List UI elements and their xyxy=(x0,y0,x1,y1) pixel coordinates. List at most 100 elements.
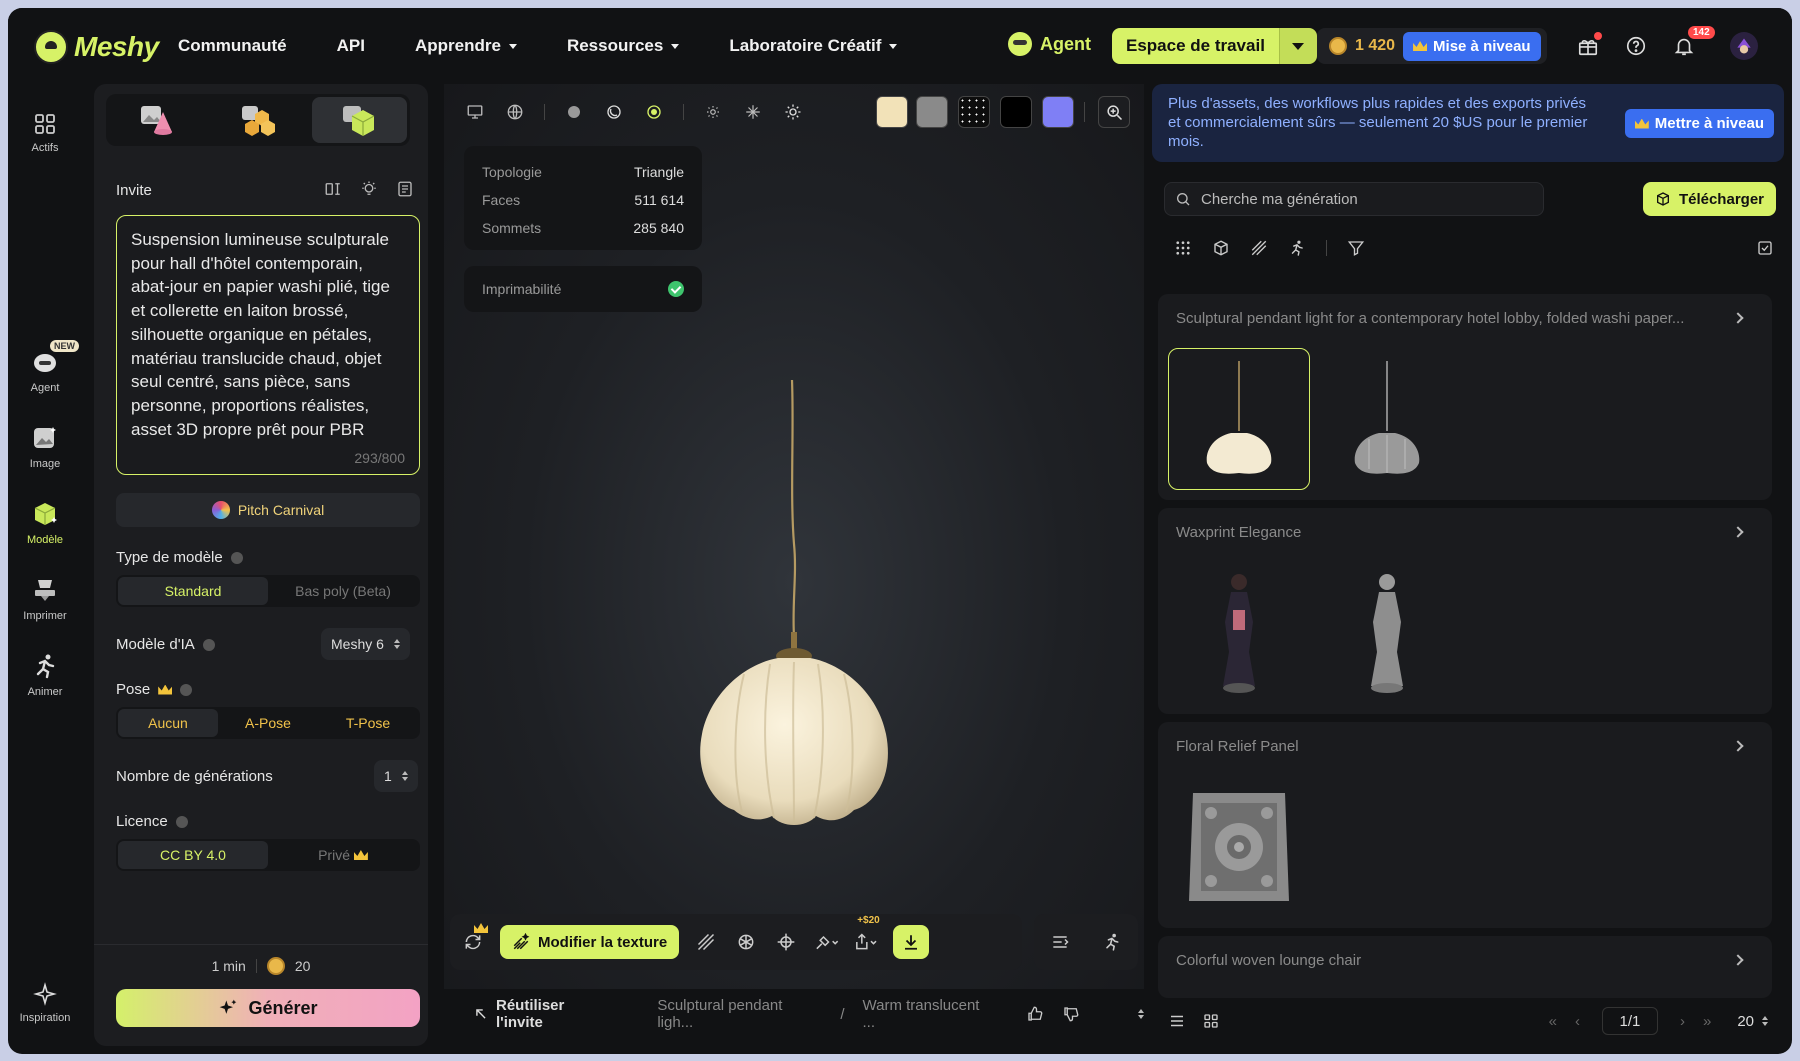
cube-filter-icon[interactable] xyxy=(1212,239,1230,257)
style-preset-button[interactable]: Pitch Carnival xyxy=(116,493,420,527)
bg-swatch-gray[interactable] xyxy=(916,96,948,128)
grid-view-icon[interactable] xyxy=(1202,1012,1220,1030)
breadcrumb-variant[interactable]: Warm translucent ... xyxy=(863,997,997,1031)
search-box[interactable]: Cherche ma génération xyxy=(1164,182,1544,216)
textured-sphere-icon[interactable] xyxy=(643,101,665,123)
edit-texture-button[interactable]: Modifier la texture xyxy=(500,925,680,959)
promo-upgrade-button[interactable]: Mettre à niveau xyxy=(1624,109,1774,138)
last-page-icon[interactable]: » xyxy=(1703,1013,1711,1030)
rail-item-assets[interactable]: Actifs xyxy=(8,112,82,154)
all-grid-icon[interactable] xyxy=(1174,239,1192,257)
history-book-icon[interactable] xyxy=(396,180,414,198)
text-format-icon[interactable] xyxy=(324,180,342,198)
zoom-icon[interactable] xyxy=(1098,96,1130,128)
thumbnail-relief-panel[interactable] xyxy=(1168,776,1310,918)
align-icon[interactable] xyxy=(1047,929,1073,955)
generate-button[interactable]: Générer xyxy=(116,989,420,1027)
agent-link[interactable]: Agent xyxy=(1008,32,1091,56)
first-page-icon[interactable]: « xyxy=(1549,1013,1557,1030)
list-view-icon[interactable] xyxy=(1168,1012,1186,1030)
light-high-icon[interactable] xyxy=(782,101,804,123)
thumbnail-figure-untextured[interactable] xyxy=(1316,562,1458,704)
texture-pattern-icon[interactable] xyxy=(693,929,719,955)
breadcrumb-prompt[interactable]: Sculptural pendant ligh... xyxy=(657,997,822,1031)
texture-filter-icon[interactable] xyxy=(1250,239,1268,257)
nav-resources[interactable]: Ressources xyxy=(567,36,680,56)
prompt-textarea[interactable]: Suspension lumineuse sculpturale pour ha… xyxy=(116,215,420,475)
workspace-dropdown[interactable] xyxy=(1278,28,1317,64)
per-page-select[interactable]: 20 xyxy=(1737,1013,1768,1030)
rail-item-print[interactable]: Imprimer xyxy=(8,576,82,622)
generation-card[interactable]: Floral Relief Panel xyxy=(1158,722,1772,928)
monitor-icon[interactable] xyxy=(464,101,486,123)
thumbnail-figure-textured[interactable] xyxy=(1168,562,1310,704)
rail-item-model[interactable]: Modèle xyxy=(8,500,82,546)
model-type-standard[interactable]: Standard xyxy=(118,577,268,605)
nav-learn[interactable]: Apprendre xyxy=(415,36,517,56)
next-page-icon[interactable]: › xyxy=(1680,1013,1685,1030)
animation-filter-icon[interactable] xyxy=(1288,239,1306,257)
printability-row[interactable]: Imprimabilité xyxy=(464,266,702,312)
tab-model-active[interactable] xyxy=(311,97,407,143)
thumbs-down-icon[interactable] xyxy=(1062,1005,1080,1023)
pose-t-pose[interactable]: T-Pose xyxy=(318,709,418,737)
download-button[interactable] xyxy=(893,925,930,959)
pendant-lamp-model[interactable] xyxy=(674,374,914,844)
gift-icon[interactable] xyxy=(1574,32,1602,60)
workspace-button[interactable]: Espace de travail xyxy=(1112,28,1317,64)
model-type-low-poly[interactable]: Bas poly (Beta) xyxy=(268,577,418,605)
info-icon[interactable] xyxy=(180,683,193,696)
lightbulb-icon[interactable] xyxy=(360,180,378,198)
ai-model-select[interactable]: Meshy 6 xyxy=(321,628,410,660)
tools-dropdown-icon[interactable] xyxy=(813,929,839,955)
funnel-icon[interactable] xyxy=(1347,239,1365,257)
rail-item-animate[interactable]: Animer xyxy=(8,652,82,698)
page-input[interactable]: 1/1 xyxy=(1601,1007,1658,1035)
export-icon[interactable]: +$20 xyxy=(853,915,880,955)
thumbs-up-icon[interactable] xyxy=(1026,1005,1044,1023)
transform-icon[interactable] xyxy=(773,929,799,955)
bg-swatch-cream[interactable] xyxy=(876,96,908,128)
meshy-logo[interactable]: Meshy xyxy=(34,30,159,64)
info-icon[interactable] xyxy=(202,638,215,651)
gen-count-select[interactable]: 1 xyxy=(374,760,418,792)
generation-card[interactable]: Waxprint Elegance xyxy=(1158,508,1772,714)
expand-updown-icon[interactable] xyxy=(1138,1009,1145,1019)
bell-icon[interactable]: 142 xyxy=(1670,26,1715,60)
upload-button[interactable]: Télécharger xyxy=(1642,182,1776,216)
prev-page-icon[interactable]: ‹ xyxy=(1575,1013,1580,1030)
light-mid-icon[interactable] xyxy=(742,101,764,123)
light-low-icon[interactable] xyxy=(702,101,724,123)
avatar[interactable] xyxy=(1730,32,1758,60)
tab-text-to-3d[interactable] xyxy=(109,97,204,143)
bg-swatch-black[interactable] xyxy=(1000,96,1032,128)
3d-viewport[interactable]: Topologie Triangle Faces 511 614 Sommets 28… xyxy=(444,84,1144,989)
bg-swatch-purple[interactable] xyxy=(1042,96,1074,128)
upgrade-button[interactable]: Mise à niveau xyxy=(1403,31,1541,61)
rig-icon[interactable] xyxy=(733,929,759,955)
workspace-label[interactable]: Espace de travail xyxy=(1112,28,1279,64)
nav-community[interactable]: Communauté xyxy=(178,36,287,56)
pose-none[interactable]: Aucun xyxy=(118,709,218,737)
tab-image-to-3d[interactable] xyxy=(210,97,305,143)
license-private[interactable]: Privé xyxy=(268,841,418,869)
rail-item-inspiration[interactable]: Inspiration xyxy=(8,982,82,1024)
thumbnail-lamp-untextured[interactable] xyxy=(1316,348,1458,490)
rail-item-image[interactable]: Image xyxy=(8,424,82,470)
nav-api[interactable]: API xyxy=(337,36,365,56)
reuse-prompt-button[interactable]: Réutiliser l'invite xyxy=(474,997,615,1031)
help-icon[interactable] xyxy=(1622,32,1650,60)
license-cc-by[interactable]: CC BY 4.0 xyxy=(118,841,268,869)
nav-creative-lab[interactable]: Laboratoire Créatif xyxy=(729,36,898,56)
generation-card[interactable]: Colorful woven lounge chair xyxy=(1158,936,1772,998)
rail-item-agent[interactable]: NEW Agent xyxy=(8,340,82,394)
solid-sphere-icon[interactable] xyxy=(563,101,585,123)
bg-swatch-stars[interactable] xyxy=(958,96,990,128)
globe-icon[interactable] xyxy=(504,101,526,123)
prompt-text[interactable]: Suspension lumineuse sculpturale pour ha… xyxy=(131,228,405,441)
thumbnail-lamp-textured[interactable] xyxy=(1168,348,1310,490)
shaded-sphere-icon[interactable] xyxy=(603,101,625,123)
info-icon[interactable] xyxy=(230,551,243,564)
pose-a-pose[interactable]: A-Pose xyxy=(218,709,318,737)
select-checkbox-icon[interactable] xyxy=(1756,239,1774,257)
